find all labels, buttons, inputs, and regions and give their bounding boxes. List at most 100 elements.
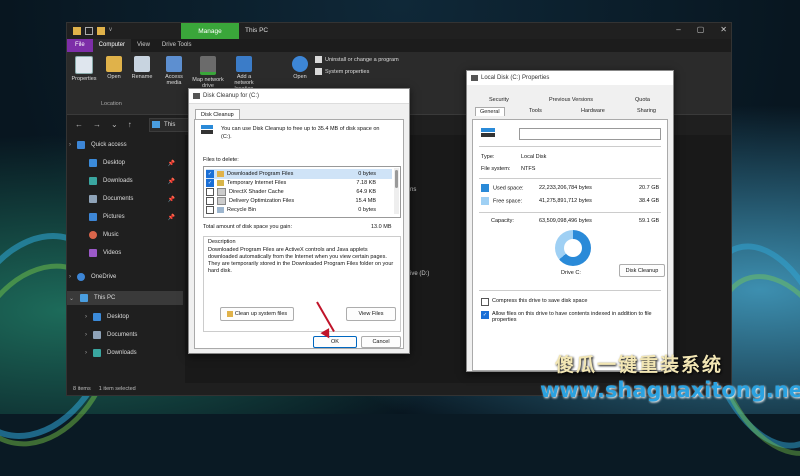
checkbox[interactable]: ✓ — [481, 311, 489, 319]
lock-icon — [217, 180, 224, 186]
scrollbar-thumb[interactable] — [395, 170, 398, 188]
index-contents-label: Allow files on this drive to have conten… — [492, 311, 652, 323]
index-contents-option[interactable]: ✓ Allow files on this drive to have cont… — [481, 311, 661, 323]
tab-quota[interactable]: Quota — [635, 97, 650, 103]
sidebar-item-quick-access[interactable]: › Quick access — [69, 141, 183, 149]
free-space-bytes: 41,275,891,712 bytes — [539, 198, 592, 204]
folder-icon[interactable] — [73, 27, 81, 35]
list-item[interactable]: Recycle Bin 0 bytes — [206, 205, 392, 215]
tab-file[interactable]: File — [67, 39, 93, 52]
checkbox[interactable] — [206, 206, 214, 214]
qat-chevron-icon[interactable]: v — [109, 27, 117, 35]
checkbox[interactable] — [206, 188, 214, 196]
back-arrow-icon[interactable]: ← — [75, 120, 83, 129]
checkbox[interactable]: ✓ — [206, 179, 214, 187]
sidebar-item-music[interactable]: Music — [89, 231, 181, 239]
sidebar-item-pc-downloads[interactable]: › Downloads — [85, 349, 181, 357]
tab-hardware[interactable]: Hardware — [581, 108, 605, 114]
sidebar-label: This PC — [94, 295, 116, 301]
shield-icon — [226, 311, 233, 317]
drive-icon — [201, 125, 213, 135]
cancel-button[interactable]: Cancel — [361, 336, 401, 348]
sidebar-item-documents[interactable]: Documents 📌 — [89, 195, 181, 203]
open-button[interactable]: Open — [99, 56, 129, 80]
divider — [479, 178, 661, 179]
tab-drive-tools[interactable]: Drive Tools — [156, 39, 198, 52]
sidebar-item-pictures[interactable]: Pictures 📌 — [89, 213, 181, 221]
expand-chevron-icon[interactable]: › — [85, 314, 87, 320]
pin-icon[interactable]: 📌 — [168, 160, 175, 167]
sidebar-item-this-pc[interactable]: ⌄ This PC — [67, 291, 183, 305]
tab-previous-versions[interactable]: Previous Versions — [549, 97, 593, 103]
sidebar-label: OneDrive — [91, 274, 117, 280]
sidebar-item-pc-desktop[interactable]: › Desktop — [85, 313, 181, 321]
checkbox[interactable] — [481, 298, 489, 306]
system-properties-button[interactable]: System properties — [315, 68, 369, 75]
sidebar-item-onedrive[interactable]: › OneDrive — [69, 273, 183, 281]
properties-button[interactable]: Properties — [69, 56, 99, 82]
tab-computer[interactable]: Computer — [92, 39, 132, 52]
rename-label: Rename — [131, 74, 153, 80]
tab-tools[interactable]: Tools — [529, 108, 542, 114]
ok-button[interactable]: OK — [313, 336, 357, 348]
pc-icon — [80, 294, 89, 302]
expand-chevron-icon[interactable]: › — [85, 332, 87, 338]
expand-chevron-icon[interactable]: › — [69, 274, 71, 280]
address-text: This — [164, 122, 176, 128]
title-bar: v Manage This PC – ▢ ✕ — [67, 23, 731, 39]
expand-chevron-icon[interactable]: › — [85, 350, 87, 356]
view-files-button[interactable]: View Files — [346, 307, 396, 321]
folder-icon — [106, 56, 122, 72]
pin-icon[interactable]: 📌 — [168, 178, 175, 185]
sidebar-item-pc-documents[interactable]: › Documents — [85, 331, 181, 339]
sidebar-item-videos[interactable]: Videos — [89, 249, 181, 257]
compress-drive-option[interactable]: Compress this drive to save disk space — [481, 298, 661, 306]
sidebar-item-downloads[interactable]: Downloads 📌 — [89, 177, 181, 185]
open-settings-button[interactable]: Open — [285, 56, 315, 80]
type-label: Type: — [481, 154, 495, 160]
uninstall-label: Uninstall or change a program — [325, 56, 399, 63]
tab-sharing[interactable]: Sharing — [637, 108, 656, 114]
rename-button[interactable]: Rename — [127, 56, 157, 80]
uninstall-icon — [315, 56, 322, 63]
expand-chevron-icon[interactable]: ⌄ — [69, 295, 74, 302]
maximize-icon[interactable]: ▢ — [697, 25, 705, 34]
recycle-bin-icon — [217, 207, 224, 213]
sidebar-item-desktop[interactable]: Desktop 📌 — [89, 159, 181, 167]
checkbox[interactable] — [206, 197, 214, 205]
drive-d-partial-label[interactable]: ive (D:) — [410, 271, 429, 277]
close-icon[interactable]: ✕ — [720, 25, 727, 34]
tab-manage[interactable]: Manage — [181, 23, 239, 39]
forward-arrow-icon[interactable]: → — [93, 120, 101, 129]
videos-icon — [89, 249, 97, 257]
access-media-button[interactable]: Access media — [159, 56, 189, 86]
sidebar-label: Documents — [103, 196, 134, 202]
up-arrow-icon[interactable]: ↑ — [128, 120, 132, 129]
description-group: Description Downloaded Program Files are… — [203, 236, 401, 332]
clean-up-system-files-button[interactable]: Clean up system files — [220, 307, 294, 321]
pin-icon[interactable]: 📌 — [168, 196, 175, 203]
folder-icon[interactable] — [97, 27, 105, 35]
disk-cleanup-button[interactable]: Disk Cleanup — [619, 264, 665, 277]
list-scrollbar[interactable] — [394, 168, 399, 214]
expand-chevron-icon[interactable]: › — [69, 142, 71, 148]
selection-count: 1 item selected — [98, 386, 136, 392]
map-network-drive-button[interactable]: Map network drive — [191, 56, 225, 89]
used-space-bytes: 22,233,206,784 bytes — [539, 185, 592, 191]
tab-security[interactable]: Security — [489, 97, 509, 103]
pin-icon[interactable]: 📌 — [168, 214, 175, 221]
minimize-icon[interactable]: – — [676, 25, 680, 34]
tab-general[interactable]: General — [475, 107, 505, 116]
divider — [479, 290, 661, 291]
music-icon — [89, 231, 97, 239]
checkbox[interactable]: ✓ — [206, 170, 214, 178]
recent-chevron-icon[interactable]: ⌄ — [111, 120, 118, 129]
files-to-delete-list[interactable]: ✓ Downloaded Program Files 0 bytes ✓ Tem… — [203, 166, 401, 218]
file-category-size: 64.9 KB — [356, 189, 376, 195]
uninstall-program-button[interactable]: Uninstall or change a program — [315, 56, 399, 63]
drive-label-input[interactable] — [519, 128, 661, 140]
add-network-location-button[interactable]: Add a network location — [227, 56, 261, 92]
disk-usage-donut — [555, 230, 591, 266]
checkmark-icon[interactable] — [85, 27, 93, 35]
tab-view[interactable]: View — [131, 39, 156, 52]
